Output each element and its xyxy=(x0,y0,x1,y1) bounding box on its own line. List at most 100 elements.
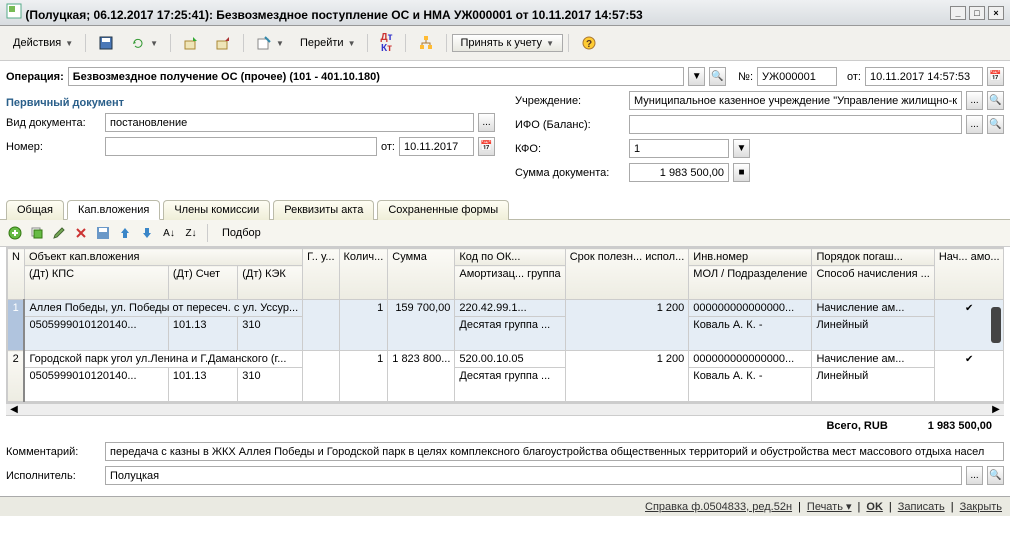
horizontal-scrollbar[interactable]: ◀▶ xyxy=(6,403,1004,415)
executor-label: Исполнитель: xyxy=(6,470,101,482)
col-dt-kek[interactable]: (Дт) КЭК xyxy=(238,266,303,300)
ifo-field[interactable] xyxy=(629,115,962,134)
unpost-icon[interactable] xyxy=(208,32,238,54)
org-select-icon[interactable]: ... xyxy=(966,91,983,110)
table-row[interactable]: 0505999010120140... 101.13 310 Десятая г… xyxy=(8,317,1005,334)
ref-link[interactable]: Справка ф.0504833, ред.52н xyxy=(645,501,792,513)
basis-icon[interactable]: ▼ xyxy=(249,32,291,54)
col-mol[interactable]: МОЛ / Подразделение xyxy=(689,266,812,300)
tab-capital[interactable]: Кап.вложения xyxy=(67,200,160,220)
structure-icon[interactable] xyxy=(411,32,441,54)
sort-desc-icon[interactable]: Z↓ xyxy=(182,224,200,242)
move-up-icon[interactable] xyxy=(116,224,134,242)
tab-general[interactable]: Общая xyxy=(6,200,64,220)
executor-search-icon[interactable]: 🔍 xyxy=(987,466,1004,485)
executor-field[interactable] xyxy=(105,466,962,485)
print-link[interactable]: Печать ▾ xyxy=(807,500,852,513)
edit-row-icon[interactable] xyxy=(50,224,68,242)
sum-label: Сумма документа: xyxy=(515,167,625,179)
tab-act-details[interactable]: Реквизиты акта xyxy=(273,200,374,220)
add-row-icon[interactable] xyxy=(6,224,24,242)
tab-bar: Общая Кап.вложения Члены комиссии Реквиз… xyxy=(0,199,1010,220)
col-code[interactable]: Код по ОК... xyxy=(455,249,565,266)
number-date-field[interactable] xyxy=(399,137,474,156)
sum-calc-icon[interactable]: ■ xyxy=(733,163,750,182)
col-object[interactable]: Объект кап.вложения xyxy=(24,249,302,266)
refresh-icon[interactable]: ▼ xyxy=(123,32,165,54)
col-sum[interactable]: Сумма xyxy=(388,249,455,300)
actions-menu[interactable]: Действия▼ xyxy=(6,34,80,52)
total-label: Всего, RUB xyxy=(826,420,887,432)
number-label: Номер: xyxy=(6,141,101,153)
number-date-label: от: xyxy=(381,141,395,153)
operation-label: Операция: xyxy=(6,71,64,83)
sort-asc-icon[interactable]: A↓ xyxy=(160,224,178,242)
doc-date-field[interactable] xyxy=(865,67,983,86)
move-down-icon[interactable] xyxy=(138,224,156,242)
done-row-icon[interactable] xyxy=(94,224,112,242)
number-field[interactable] xyxy=(105,137,377,156)
org-field[interactable] xyxy=(629,91,962,110)
dtkt-icon[interactable]: ДтКт xyxy=(373,29,399,57)
main-toolbar: Действия▼ ▼ ▼ Перейти▼ ДтКт Принять к уч… xyxy=(0,26,1010,61)
selection-button[interactable]: Подбор xyxy=(215,224,268,242)
table-row[interactable]: 0505999010120140... 101.13 310 Десятая г… xyxy=(8,368,1005,385)
org-label: Учреждение: xyxy=(515,95,625,107)
comment-label: Комментарий: xyxy=(6,446,101,458)
executor-select-icon[interactable]: ... xyxy=(966,466,983,485)
col-n[interactable]: N xyxy=(8,249,25,300)
col-order[interactable]: Порядок погаш... xyxy=(812,249,934,266)
table-row[interactable]: 1 Аллея Победы, ул. Победы от пересеч. с… xyxy=(8,300,1005,317)
col-g[interactable]: Г.. у... xyxy=(303,249,339,300)
from-label: от: xyxy=(847,71,861,83)
org-search-icon[interactable]: 🔍 xyxy=(987,91,1004,110)
kfo-dropdown-icon[interactable]: ▼ xyxy=(733,139,750,158)
doc-number-field[interactable] xyxy=(757,67,837,86)
doc-type-select-icon[interactable]: ... xyxy=(478,113,495,132)
app-icon xyxy=(6,3,22,19)
col-inv[interactable]: Инв.номер xyxy=(689,249,812,266)
col-amort[interactable]: Амортизац... группа xyxy=(455,266,565,300)
number-date-calendar-icon[interactable]: 📅 xyxy=(478,137,495,156)
calendar-icon[interactable]: 📅 xyxy=(987,67,1004,86)
copy-row-icon[interactable] xyxy=(28,224,46,242)
total-value: 1 983 500,00 xyxy=(928,420,992,432)
operation-field[interactable] xyxy=(68,67,684,86)
col-dt-kps[interactable]: (Дт) КПС xyxy=(24,266,168,300)
close-link[interactable]: Закрыть xyxy=(960,501,1002,513)
close-button[interactable]: × xyxy=(988,6,1004,20)
comment-field[interactable] xyxy=(105,442,1004,461)
table-row[interactable]: 2 Городской парк угол ул.Ленина и Г.Дама… xyxy=(8,351,1005,368)
sum-field[interactable] xyxy=(629,163,729,182)
accept-button[interactable]: Принять к учету▼ xyxy=(452,34,563,52)
doc-type-field[interactable] xyxy=(105,113,474,132)
col-qty[interactable]: Колич... xyxy=(339,249,388,300)
ifo-select-icon[interactable]: ... xyxy=(966,115,983,134)
svg-text:?: ? xyxy=(586,39,592,50)
operation-dropdown-icon[interactable]: ▼ xyxy=(688,67,705,86)
data-grid: N Объект кап.вложения Г.. у... Колич... … xyxy=(6,247,1004,403)
col-method[interactable]: Способ начисления ... xyxy=(812,266,934,300)
doc-type-label: Вид документа: xyxy=(6,117,101,129)
tab-saved-forms[interactable]: Сохраненные формы xyxy=(377,200,509,220)
kfo-field[interactable] xyxy=(629,139,729,158)
goto-menu[interactable]: Перейти▼ xyxy=(293,34,363,52)
help-icon[interactable]: ? xyxy=(574,32,604,54)
save-icon[interactable] xyxy=(91,32,121,54)
col-life[interactable]: Срок полезн... испол... xyxy=(565,249,689,300)
post-icon[interactable] xyxy=(176,32,206,54)
col-dt-acct[interactable]: (Дт) Счет xyxy=(168,266,237,300)
ok-button[interactable]: OK xyxy=(866,501,883,513)
col-accr[interactable]: Нач... амо... xyxy=(934,249,1004,300)
ifo-search-icon[interactable]: 🔍 xyxy=(987,115,1004,134)
delete-row-icon[interactable] xyxy=(72,224,90,242)
operation-search-icon[interactable]: 🔍 xyxy=(709,67,726,86)
status-bar: Справка ф.0504833, ред.52н | Печать ▾ | … xyxy=(0,496,1010,516)
primary-doc-section: Первичный документ xyxy=(6,97,495,109)
grid-toolbar: A↓ Z↓ Подбор xyxy=(0,220,1010,247)
tab-commission[interactable]: Члены комиссии xyxy=(163,200,270,220)
maximize-button[interactable]: □ xyxy=(969,6,985,20)
minimize-button[interactable]: _ xyxy=(950,6,966,20)
save-button[interactable]: Записать xyxy=(898,501,945,513)
drag-handle[interactable] xyxy=(991,307,1001,343)
